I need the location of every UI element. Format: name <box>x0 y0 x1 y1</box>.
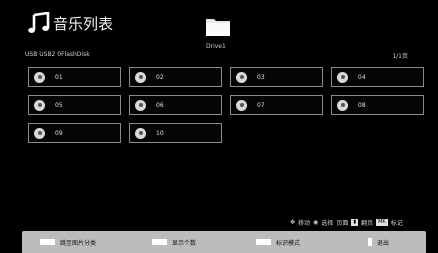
track-tile[interactable]: 09 <box>28 123 121 143</box>
disc-icon <box>236 99 247 111</box>
mark-hint: 标记 <box>390 220 403 227</box>
exit-button[interactable]: 退出 <box>368 231 389 253</box>
music-note-icon <box>28 12 50 33</box>
track-tile[interactable]: 04 <box>331 67 424 87</box>
disc-icon <box>236 71 247 83</box>
color-key-icon <box>40 239 55 245</box>
folder-icon[interactable] <box>205 17 231 37</box>
track-label: 09 <box>55 129 63 137</box>
color-key-icon <box>152 239 167 245</box>
mark-key-icon: MK <box>376 219 388 226</box>
display-count-button[interactable]: 显示个数 <box>152 231 196 253</box>
track-tile[interactable]: 03 <box>230 67 323 87</box>
drive-label: Drive1 <box>206 43 226 50</box>
jump-category-button[interactable]: 跳至图片分类 <box>40 231 96 253</box>
move-hint: 移动 <box>298 220 311 227</box>
track-label: 04 <box>358 73 366 81</box>
disc-icon <box>135 99 146 111</box>
track-label: 05 <box>55 101 63 109</box>
page-hint-label: 页面 <box>336 220 349 227</box>
track-tile[interactable]: 06 <box>129 95 222 115</box>
track-tile[interactable]: 08 <box>331 95 424 115</box>
track-label: 07 <box>257 101 265 109</box>
dpad-icon: ✥ <box>290 219 296 226</box>
track-label: 10 <box>156 129 164 137</box>
page-title: 音乐列表 <box>53 15 114 33</box>
track-label: 02 <box>156 73 164 81</box>
mark-mode-label: 标识模式 <box>276 239 301 247</box>
track-tile[interactable]: 02 <box>129 67 222 87</box>
breadcrumb: USB USB2 0FlashDisk <box>25 51 90 58</box>
disc-icon <box>135 71 146 83</box>
disc-icon <box>337 99 348 111</box>
page-indicator: 1/1页 <box>392 53 408 60</box>
disc-icon <box>337 71 348 83</box>
track-label: 06 <box>156 101 164 109</box>
color-key-icon <box>256 239 271 245</box>
track-label: 08 <box>358 101 366 109</box>
select-hint: 选择 <box>321 220 334 227</box>
display-count-label: 显示个数 <box>172 239 197 247</box>
track-label: 03 <box>257 73 265 81</box>
track-tile[interactable]: 07 <box>230 95 323 115</box>
bottom-bar: 跳至图片分类 显示个数 标识模式 退出 <box>22 231 426 253</box>
disc-icon <box>34 71 45 83</box>
track-tile[interactable]: 01 <box>28 67 121 87</box>
track-tile[interactable]: 05 <box>28 95 121 115</box>
track-label: 01 <box>55 73 63 81</box>
disc-icon <box>135 127 146 139</box>
exit-label: 退出 <box>377 239 390 247</box>
key-hints: ✥ 移动 ◉ 选择 页面 ▮ 翻页 MK 标记 <box>290 218 403 227</box>
page-hint: 翻页 <box>361 220 374 227</box>
exit-icon <box>368 238 372 246</box>
jump-category-label: 跳至图片分类 <box>60 239 97 247</box>
disc-icon <box>34 99 45 111</box>
track-tile[interactable]: 10 <box>129 123 222 143</box>
disc-icon <box>34 127 45 139</box>
mark-mode-button[interactable]: 标识模式 <box>256 231 300 253</box>
ok-icon: ◉ <box>313 219 319 226</box>
page-key-icon: ▮ <box>351 219 359 226</box>
